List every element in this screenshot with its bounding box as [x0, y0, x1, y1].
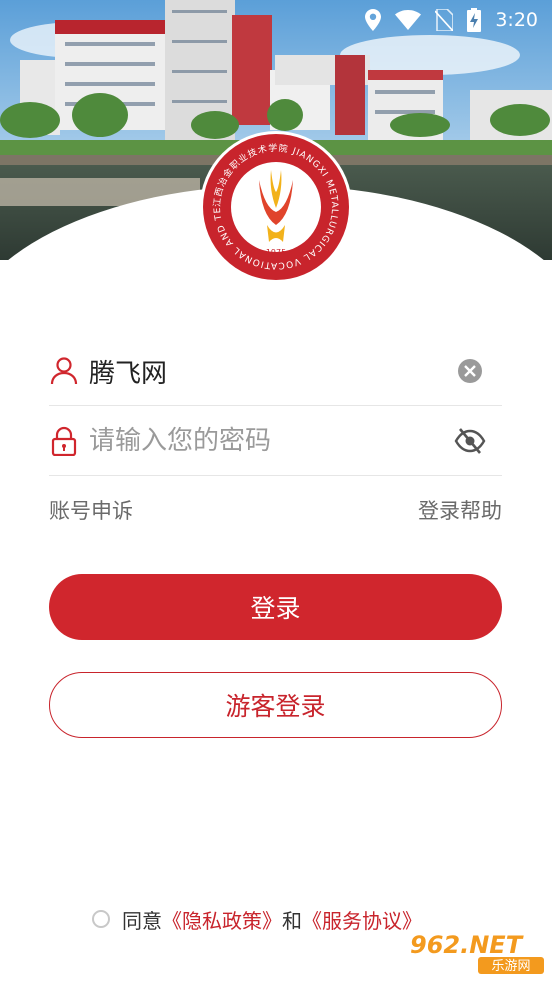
location-icon [365, 9, 382, 31]
agree-text: 同意 [122, 908, 162, 933]
login-button[interactable]: 登录 [49, 574, 502, 640]
status-time: 3:20 [495, 9, 538, 31]
user-icon [50, 357, 78, 385]
login-help-link[interactable]: 登录帮助 [418, 495, 502, 525]
password-field[interactable] [49, 407, 502, 476]
privacy-policy-link[interactable]: 《隐私政策》 [162, 905, 282, 934]
college-logo: 江西冶金职业技术学院 JIANGXI METALLURGICAL VOCATIO… [195, 123, 353, 284]
and-text: 和 [282, 908, 302, 933]
password-input[interactable] [89, 426, 454, 456]
lock-icon [51, 426, 77, 456]
watermark-sub: 乐游网 [491, 959, 530, 974]
service-agreement-link[interactable]: 《服务协议》 [302, 905, 422, 934]
guest-login-button[interactable]: 游客登录 [49, 672, 502, 738]
username-input[interactable]: 腾飞网 [89, 353, 454, 390]
watermark-logo: 962.NET 乐游网 [408, 929, 546, 975]
username-field[interactable]: 腾飞网 [49, 337, 502, 406]
clear-icon[interactable] [454, 355, 486, 387]
logo-year: 1975 [266, 248, 286, 257]
agreement-row: 同意 《隐私政策》 和 《服务协议》 [92, 903, 422, 935]
auxiliary-links: 账号申诉 登录帮助 [49, 494, 502, 526]
agree-radio[interactable] [92, 910, 110, 928]
no-sim-icon [435, 9, 454, 31]
status-bar: 3:20 [0, 0, 552, 40]
watermark-brand: 962.NET [410, 931, 524, 959]
account-appeal-link[interactable]: 账号申诉 [49, 495, 133, 525]
eye-off-icon[interactable] [454, 425, 486, 457]
wifi-icon [395, 10, 422, 30]
battery-charging-icon [467, 8, 482, 32]
